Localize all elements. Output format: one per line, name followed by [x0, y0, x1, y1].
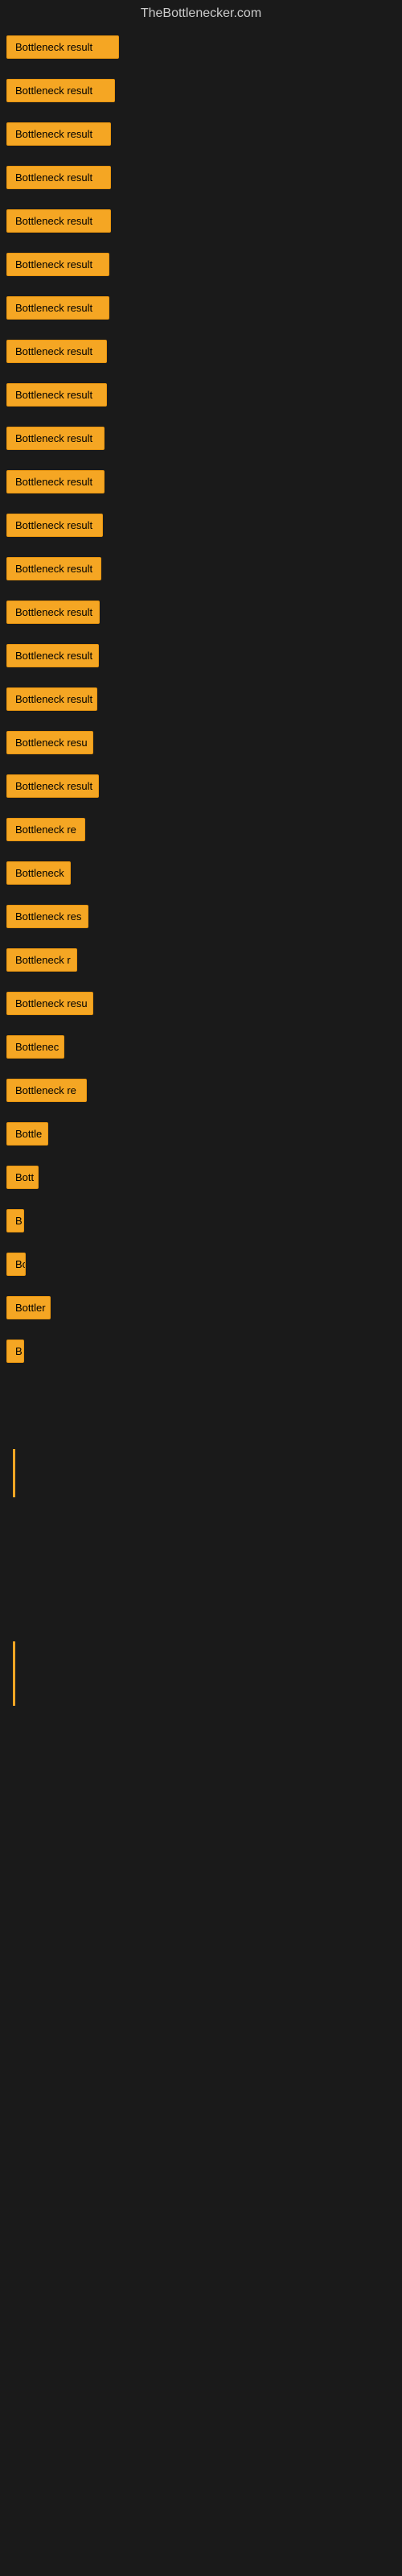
bottleneck-result-label: Bottleneck result: [6, 470, 105, 493]
bottleneck-result-label: Bottleneck result: [6, 687, 97, 711]
site-title: TheBottlenecker.com: [0, 0, 402, 27]
bottleneck-result-label: Bottleneck result: [6, 79, 115, 102]
bottleneck-row: Bottleneck result: [0, 71, 402, 114]
bar-indicator-2: [13, 1641, 15, 1706]
bottleneck-row: Bottleneck result: [0, 636, 402, 679]
bottleneck-row: Bottleneck result: [0, 375, 402, 419]
bottleneck-result-label: Bottleneck result: [6, 427, 105, 450]
bottleneck-result-label: Bottleneck result: [6, 644, 99, 667]
spacer: [0, 1375, 402, 1439]
bottleneck-result-label: Bottleneck result: [6, 253, 109, 276]
bottleneck-result-label: Bottleneck result: [6, 774, 99, 798]
bottleneck-result-label: Bottlenec: [6, 1035, 64, 1059]
vertical-indicators: [0, 1439, 402, 1511]
bottleneck-row: Bottleneck result: [0, 679, 402, 723]
bottleneck-result-label: Bottleneck re: [6, 818, 85, 841]
bottleneck-row: Bottleneck result: [0, 245, 402, 288]
bottleneck-row: Bottleneck result: [0, 158, 402, 201]
bottleneck-result-label: Bottleneck result: [6, 122, 111, 146]
bottleneck-row: Bottleneck resu: [0, 723, 402, 766]
bottleneck-row: Bottleneck result: [0, 288, 402, 332]
bottleneck-row: Bottleneck re: [0, 810, 402, 853]
bottleneck-result-label: B: [6, 1209, 24, 1232]
bottleneck-row: Bottle: [0, 1114, 402, 1158]
bottleneck-row: Bottleneck: [0, 853, 402, 897]
bottleneck-row: Bottleneck result: [0, 592, 402, 636]
bottleneck-row: Bottleneck resu: [0, 984, 402, 1027]
bottleneck-row: Bo: [0, 1245, 402, 1288]
bottleneck-result-label: Bottleneck resu: [6, 992, 93, 1015]
bottleneck-row: Bottleneck result: [0, 419, 402, 462]
bottleneck-row: Bottleneck result: [0, 506, 402, 549]
bottleneck-row: Bottler: [0, 1288, 402, 1331]
bottleneck-result-label: Bottleneck re: [6, 1079, 87, 1102]
bottleneck-row: Bottlenec: [0, 1027, 402, 1071]
bottleneck-result-label: Bottleneck result: [6, 340, 107, 363]
bottleneck-result-label: Bottler: [6, 1296, 51, 1319]
bottleneck-row: Bottleneck re: [0, 1071, 402, 1114]
bottleneck-row: Bottleneck result: [0, 462, 402, 506]
bottleneck-row: Bottleneck result: [0, 766, 402, 810]
bottleneck-result-label: Bottleneck r: [6, 948, 77, 972]
bottleneck-row: Bottleneck res: [0, 897, 402, 940]
bottleneck-row: Bottleneck result: [0, 201, 402, 245]
bottleneck-result-label: B: [6, 1340, 24, 1363]
bottleneck-result-label: Bottle: [6, 1122, 48, 1146]
bottleneck-result-label: Bott: [6, 1166, 39, 1189]
bottleneck-result-label: Bottleneck resu: [6, 731, 93, 754]
bottleneck-result-label: Bottleneck: [6, 861, 71, 885]
bottleneck-result-label: Bottleneck result: [6, 35, 119, 59]
bottleneck-row: B: [0, 1201, 402, 1245]
bottleneck-result-label: Bottleneck result: [6, 557, 101, 580]
bottleneck-result-label: Bottleneck result: [6, 601, 100, 624]
bar-indicator-1: [13, 1449, 15, 1497]
bottleneck-result-label: Bottleneck result: [6, 514, 103, 537]
bottleneck-result-label: Bottleneck result: [6, 383, 107, 407]
bottleneck-row: Bott: [0, 1158, 402, 1201]
bottleneck-result-label: Bottleneck result: [6, 166, 111, 189]
bottleneck-row: Bottleneck result: [0, 549, 402, 592]
site-header: TheBottlenecker.com: [0, 0, 402, 27]
bottleneck-row: Bottleneck r: [0, 940, 402, 984]
bottleneck-result-label: Bottleneck result: [6, 209, 111, 233]
bottleneck-result-label: Bottleneck result: [6, 296, 109, 320]
bottom-indicator: [0, 1632, 402, 1719]
bottleneck-row: Bottleneck result: [0, 114, 402, 158]
bottleneck-list: Bottleneck result Bottleneck result Bottle…: [0, 27, 402, 1375]
bottleneck-row: Bottleneck result: [0, 27, 402, 71]
bottleneck-row: Bottleneck result: [0, 332, 402, 375]
bottleneck-result-label: Bo: [6, 1253, 26, 1276]
bottleneck-row: B: [0, 1331, 402, 1375]
bottleneck-result-label: Bottleneck res: [6, 905, 88, 928]
